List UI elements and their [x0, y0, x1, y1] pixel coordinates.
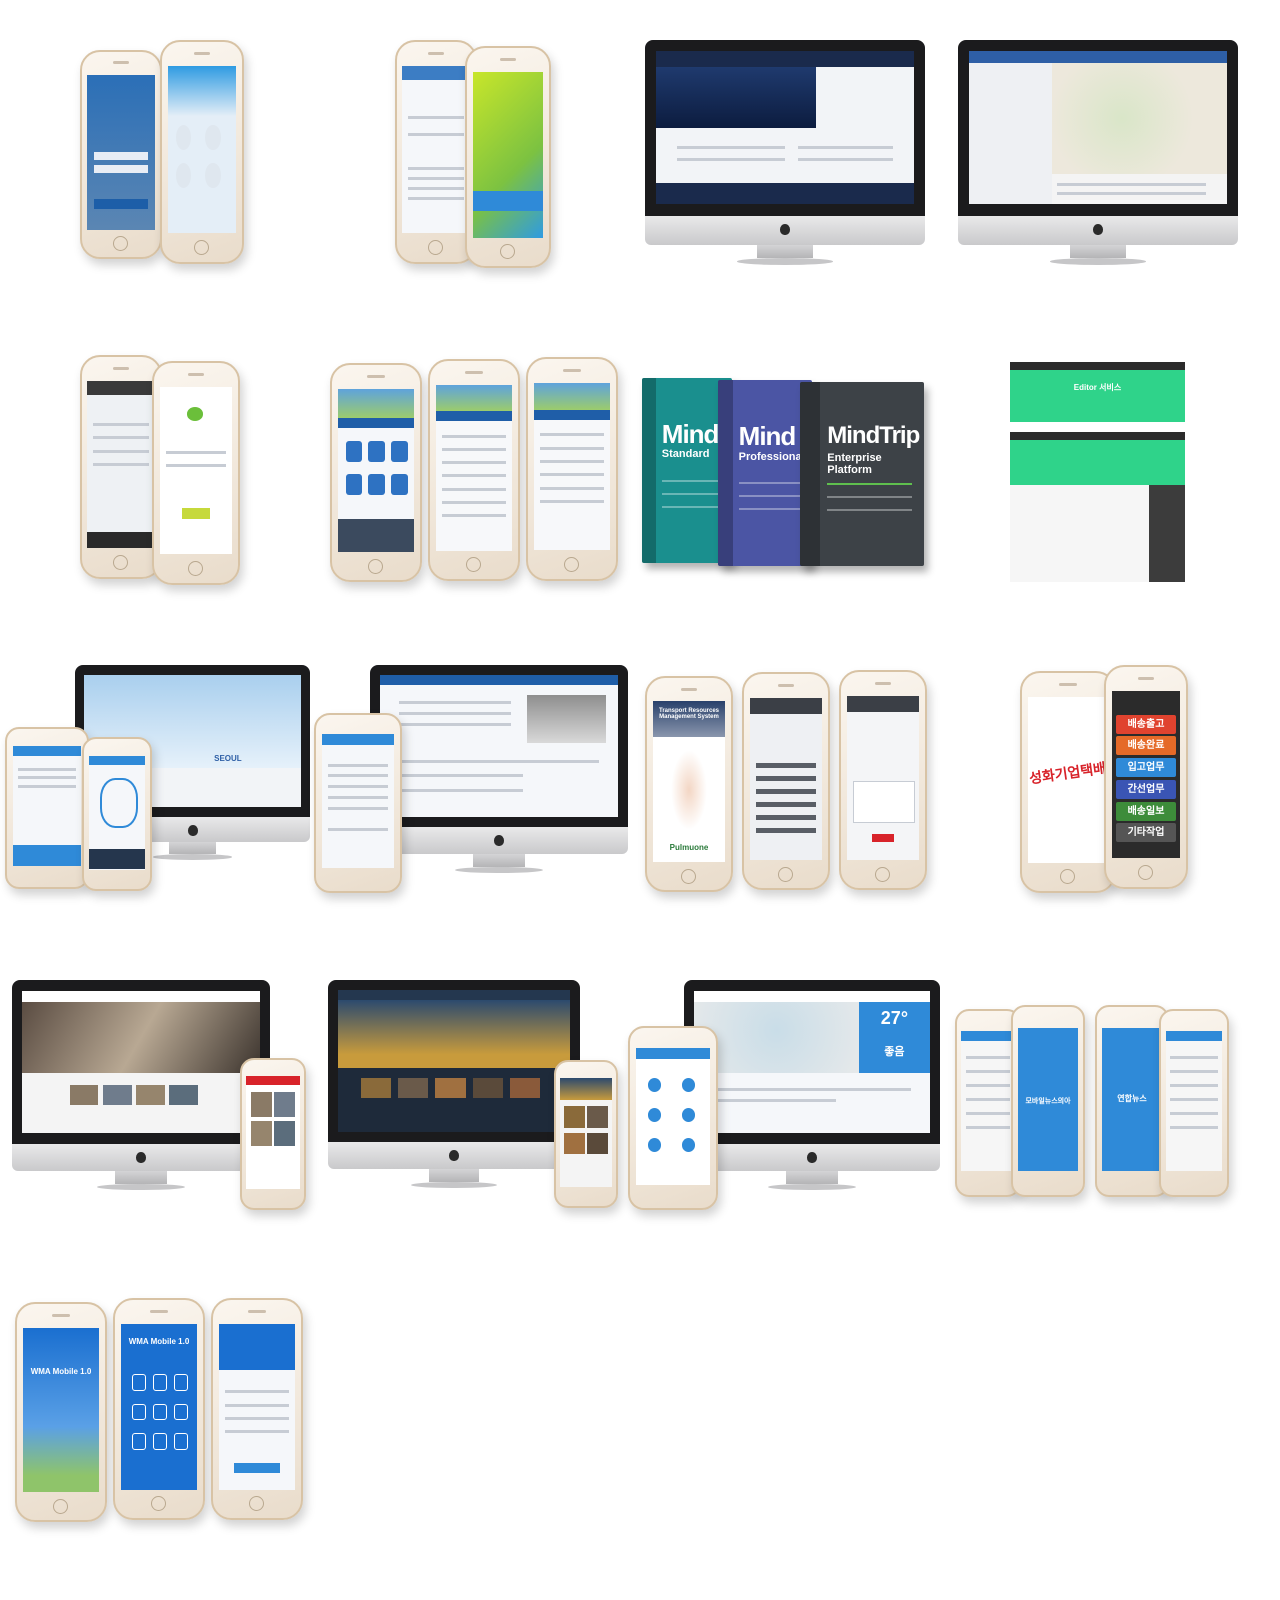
phone-right: [82, 737, 152, 891]
phone: [628, 1026, 718, 1210]
menu-item-2[interactable]: 배송완료: [1115, 736, 1177, 756]
tms-title: Transport Resources Management System: [658, 707, 720, 720]
tile-museum-portal[interactable]: [12, 980, 306, 1210]
tile-seoul-system[interactable]: SEOUL: [0, 665, 315, 891]
tile-pulmuone-tms[interactable]: Transport Resources Management System Pu…: [645, 668, 927, 892]
tile-mobile-login[interactable]: [80, 355, 240, 585]
phone-3: [839, 670, 927, 890]
tile-mindtrip-boxes[interactable]: Mind Standard Mind Professional MindTrip…: [642, 378, 927, 568]
phone-1: [330, 363, 422, 582]
tile-wma-mobile[interactable]: WMA Mobile 1.0 WMA Mobile 1.0: [15, 1298, 303, 1522]
phone-3: 연합뉴스: [1095, 1005, 1169, 1197]
phone-2: WMA Mobile 1.0: [113, 1298, 205, 1520]
phone-4: [1159, 1009, 1229, 1197]
phone: [240, 1058, 306, 1210]
tile-art-museum[interactable]: [328, 980, 618, 1208]
box-enterprise: MindTrip Enterprise Platform: [800, 382, 924, 566]
tile-news-apps[interactable]: 모바일뉴스의아 연합뉴스: [955, 1005, 1235, 1197]
mobile-news-label: 모바일뉴스의아: [1025, 1098, 1071, 1106]
wma-title: WMA Mobile 1.0: [30, 1367, 92, 1377]
weather-temp: 27°: [880, 1007, 909, 1028]
menu-item-5[interactable]: 배송일보: [1115, 801, 1177, 821]
apple-logo-icon: [136, 1151, 146, 1163]
tile-mobile-app-1[interactable]: [80, 40, 244, 265]
phone-left: [80, 355, 162, 579]
editor-service-title: Editor 서비스: [1073, 383, 1122, 392]
phone-1: WMA Mobile 1.0: [15, 1302, 107, 1522]
tile-editor-service[interactable]: Editor 서비스: [1010, 362, 1185, 582]
phone-right: [160, 40, 244, 264]
apple-logo-icon: [187, 824, 198, 836]
phone-left: [80, 50, 162, 259]
phone-right: 배송출고 배송완료 입고업무 간선업무 배송일보 기타작업: [1104, 665, 1188, 889]
phone: [314, 713, 402, 893]
phone-2: [428, 359, 520, 581]
phone-left: 성화기업택배: [1020, 671, 1116, 893]
box-professional: Mind Professional: [718, 380, 812, 566]
tile-traffic-info[interactable]: 27° 좋음: [628, 980, 940, 1210]
menu-item-6[interactable]: 기타작업: [1115, 823, 1177, 843]
menu-item-4[interactable]: 간선업무: [1115, 779, 1177, 799]
phone-1: Transport Resources Management System Pu…: [645, 676, 733, 892]
phone-3: [211, 1298, 303, 1520]
phone-2: 모바일뉴스의아: [1011, 1005, 1085, 1197]
phone: [554, 1060, 618, 1208]
tile-building-system[interactable]: [312, 665, 632, 893]
standard-edition: Standard: [661, 448, 710, 461]
menu-item-3[interactable]: 입고업무: [1115, 758, 1177, 778]
apple-logo-icon: [494, 835, 504, 847]
phone-3: [526, 357, 618, 581]
editor-page-top: Editor 서비스: [1010, 362, 1185, 422]
tile-courier-app[interactable]: 성화기업택배 배송출고 배송완료 입고업무 간선업무 배송일보 기타작업: [1020, 665, 1188, 893]
phone-2: [742, 672, 830, 890]
weather-status: 좋음: [884, 1046, 905, 1059]
seoul-label: SEOUL: [214, 754, 242, 764]
weather-panel: 27° 좋음: [859, 1001, 930, 1074]
phone-right: [465, 46, 551, 268]
professional-name: Mind: [738, 420, 797, 451]
standard-name: Mind: [661, 418, 720, 449]
tile-map-system[interactable]: [958, 40, 1238, 265]
yonhap-news-label: 연합뉴스: [1117, 1094, 1147, 1104]
traffic-map: [694, 1001, 860, 1074]
apple-logo-icon: [1093, 224, 1103, 236]
enterprise-name: MindTrip: [827, 422, 920, 450]
map-view: [1051, 63, 1227, 174]
tile-mobile-app-2[interactable]: [395, 40, 555, 268]
pulmuone-logo: Pulmuone: [669, 843, 709, 853]
tile-mobile-three[interactable]: [330, 355, 618, 582]
apple-logo-icon: [449, 1150, 459, 1162]
enterprise-edition: Enterprise Platform: [827, 451, 882, 476]
phone-right: [152, 361, 240, 585]
apple-logo-icon: [780, 224, 790, 236]
apple-logo-icon: [807, 1151, 817, 1163]
phone-left: [5, 727, 89, 889]
menu-item-1[interactable]: 배송출고: [1115, 714, 1177, 734]
professional-edition: Professional: [738, 450, 805, 463]
editor-page-bottom: [1010, 432, 1185, 582]
courier-logo: 성화기업택배: [1028, 759, 1108, 787]
wma-title-2: WMA Mobile 1.0: [128, 1337, 190, 1347]
tile-web-portal-1[interactable]: [645, 40, 925, 265]
